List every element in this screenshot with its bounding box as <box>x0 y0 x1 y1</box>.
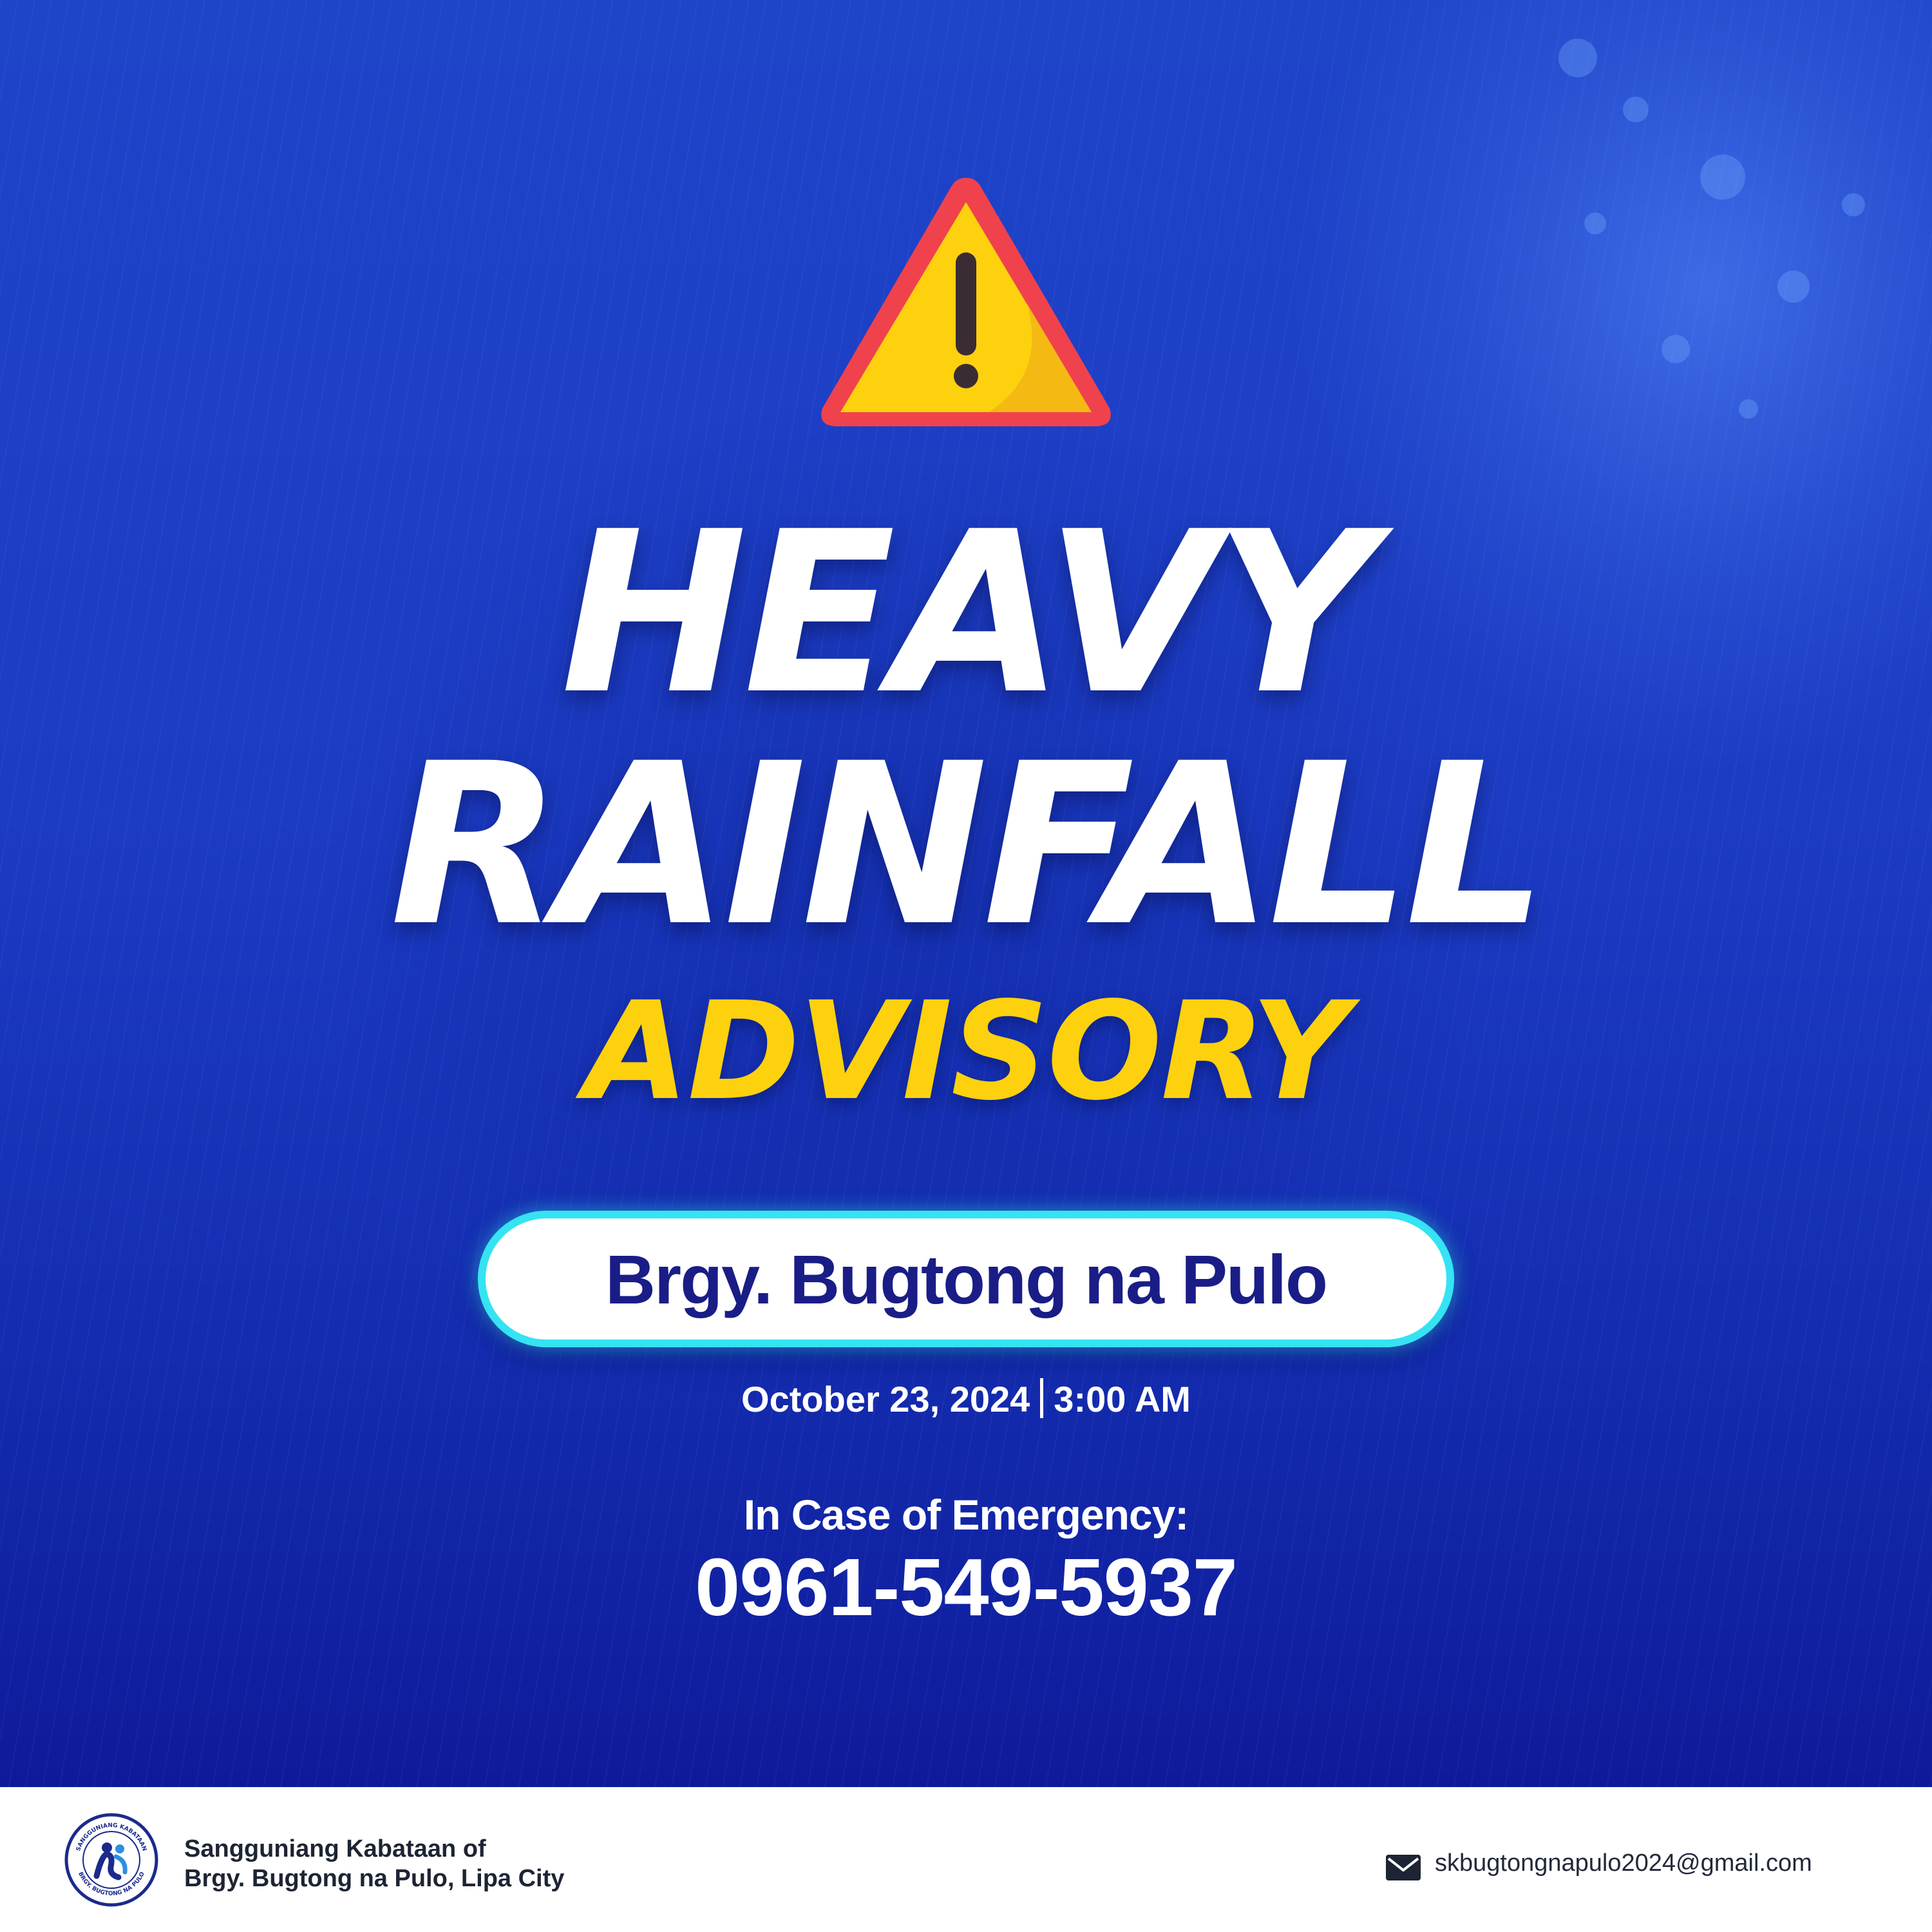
advisory-datetime: October 23, 2024 3:00 AM <box>0 1378 1932 1420</box>
sk-logo-seal: SANGGUNIANG KABATAAN BRGY. BUGTONG NA PU… <box>64 1813 158 1907</box>
emergency-label: In Case of Emergency: <box>743 1491 1189 1539</box>
water-splash <box>1739 399 1758 419</box>
advisory-poster: HEAVY RAINFALL ADVISORY Brgy. Bugtong na… <box>0 0 1932 1932</box>
water-splash <box>1623 97 1649 122</box>
envelope-icon <box>1386 1855 1421 1880</box>
water-splash <box>1777 270 1810 303</box>
contact-email[interactable]: skbugtongnapulo2024@gmail.com <box>1435 1850 1812 1877</box>
advisory-time: 3:00 AM <box>1054 1379 1191 1419</box>
location-label: Brgy. Bugtong na Pulo <box>605 1240 1328 1318</box>
date-time-divider <box>1040 1378 1044 1418</box>
water-splash <box>1558 39 1597 77</box>
organization-line-2: Brgy. Bugtong na Pulo, Lipa City <box>184 1865 565 1892</box>
organization-name: Sangguniang Kabataan of Brgy. Bugtong na… <box>184 1834 564 1893</box>
water-splash <box>1662 335 1690 363</box>
water-splash <box>1700 155 1745 200</box>
location-badge: Brgy. Bugtong na Pulo <box>478 1211 1454 1347</box>
advisory-date: October 23, 2024 <box>741 1379 1030 1419</box>
title-rainfall: RAINFALL <box>390 715 1548 975</box>
title-heavy: HEAVY <box>560 484 1376 743</box>
emergency-number: 0961-549-5937 <box>695 1542 1238 1633</box>
water-splash <box>1584 213 1606 234</box>
title-advisory: ADVISORY <box>584 972 1349 1130</box>
water-splash <box>1842 193 1865 216</box>
warning-triangle-icon <box>821 178 1111 426</box>
organization-line-1: Sangguniang Kabataan of <box>184 1835 486 1862</box>
